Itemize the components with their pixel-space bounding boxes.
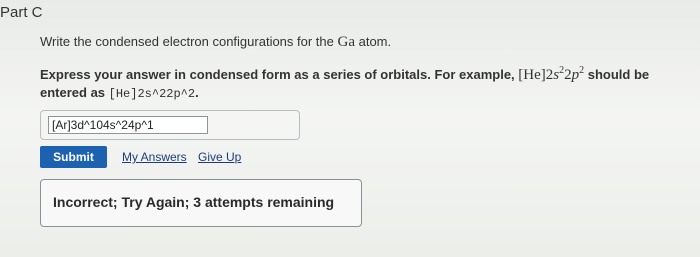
example-configuration: [He]2s22p2 [518, 65, 584, 83]
feedback-box: Incorrect; Try Again; 3 attempts remaini… [40, 179, 362, 227]
feedback-text: Incorrect; Try Again; 3 attempts remaini… [53, 194, 335, 210]
instructions-period: . [195, 85, 199, 100]
part-title: Part C [0, 4, 43, 21]
instructions: Express your answer in condensed form as… [40, 62, 680, 103]
answer-box [40, 110, 300, 140]
element-symbol: Ga [337, 34, 356, 50]
instructions-text: Express your answer in condensed form as… [40, 67, 519, 82]
answer-input[interactable] [48, 116, 208, 134]
entered-as-example: [He]2s^22p^2 [108, 87, 196, 101]
example-p: p [571, 67, 580, 83]
question-text: Write the condensed electron configurati… [40, 34, 391, 51]
give-up-link[interactable]: Give Up [198, 150, 241, 164]
submit-button[interactable]: Submit [40, 146, 107, 168]
question-prefix: Write the condensed electron configurati… [40, 34, 338, 49]
example-mid: 2 [564, 67, 572, 83]
example-core: [He]2 [518, 67, 554, 83]
question-suffix: atom. [355, 34, 392, 49]
my-answers-link[interactable]: My Answers [122, 150, 187, 164]
